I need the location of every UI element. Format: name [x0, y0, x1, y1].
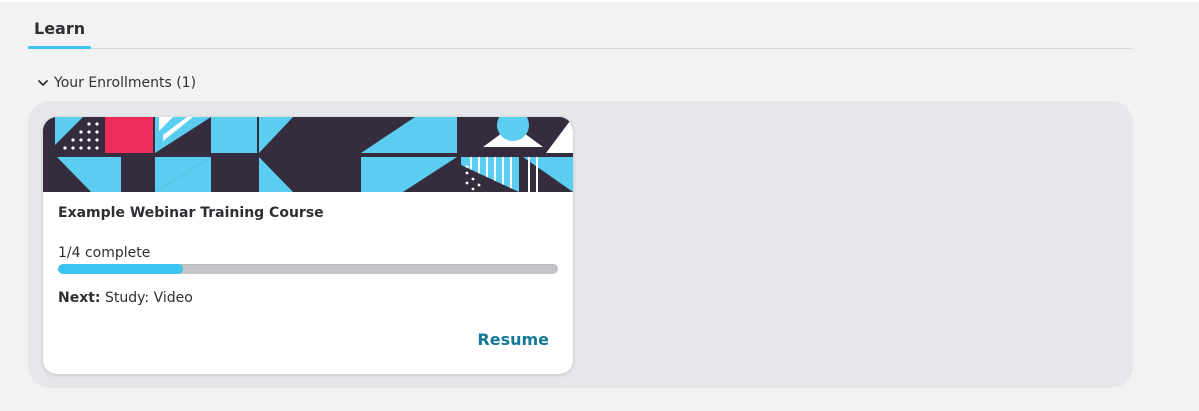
course-title: Example Webinar Training Course — [58, 205, 324, 221]
enrollments-section-toggle[interactable]: Your Enrollments (1) — [36, 73, 196, 93]
section-title: Your Enrollments (1) — [54, 75, 197, 91]
learn-page: Learn Your Enrollments (1) Example Webin… — [0, 0, 1199, 411]
progress-text: 1/4 complete — [58, 245, 151, 261]
tab-bar: Learn — [28, 15, 1133, 49]
next-step-value: Study: Video — [105, 290, 193, 306]
course-banner-image — [43, 117, 573, 192]
chevron-down-icon — [36, 76, 50, 90]
resume-button[interactable]: Resume — [477, 330, 549, 349]
course-card[interactable]: Example Webinar Training Course 1/4 comp… — [43, 117, 573, 374]
tab-learn-label: Learn — [34, 19, 86, 38]
next-step: Next: Study: Video — [58, 290, 193, 306]
active-tab-indicator — [28, 46, 92, 49]
tab-learn[interactable]: Learn — [28, 15, 92, 49]
progress-bar — [58, 264, 558, 274]
progress-bar-fill — [58, 264, 183, 274]
next-step-label: Next: — [58, 290, 101, 306]
top-strip — [0, 0, 1199, 2]
